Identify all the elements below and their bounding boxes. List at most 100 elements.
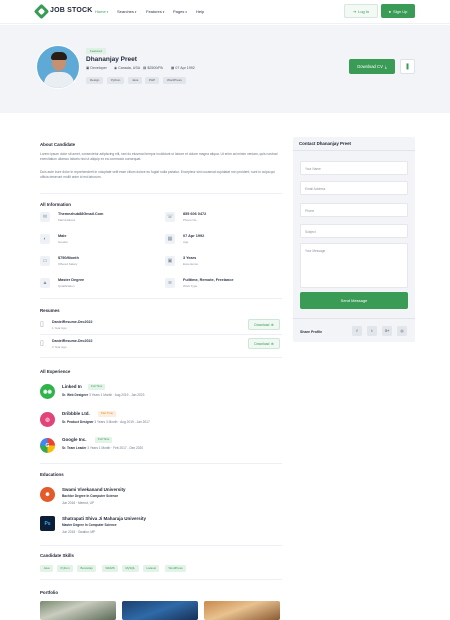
- skill-chip: Bootstrap: [77, 565, 97, 572]
- location-icon: ◉: [114, 66, 118, 70]
- login-button[interactable]: ⇥ Log In: [344, 4, 378, 18]
- degree: Master Degree In Computer Science: [62, 523, 117, 527]
- meta-salary: ▤ $2500/PA: [143, 66, 163, 70]
- divider: [40, 357, 282, 358]
- experience-title: All Experience: [40, 369, 71, 374]
- login-icon: ⇥: [352, 8, 357, 14]
- calendar-icon: ▦: [171, 66, 175, 70]
- nav-pages[interactable]: Pages▾: [173, 9, 187, 14]
- portfolio-image[interactable]: [204, 601, 280, 620]
- university-logo-icon: ✺: [40, 487, 55, 502]
- education-title: Educations: [40, 472, 64, 477]
- user-icon: ◐: [40, 234, 50, 244]
- file-icon: ▯: [40, 340, 44, 347]
- about-paragraph-1: Lorem ipsum dolor sit amet, consectetur …: [40, 152, 278, 162]
- candidate-skills-title: Candidate Skills: [40, 553, 74, 558]
- university-logo-icon: Ps: [40, 516, 55, 531]
- school-name: Shatrapati Shiva Ji Maharaja University: [62, 516, 147, 521]
- skill-tag: WordPress: [163, 77, 186, 84]
- phone-field[interactable]: Phone: [300, 203, 408, 217]
- resume-download-button[interactable]: Download ⊕: [248, 338, 280, 349]
- job-type-badge: Part Time: [98, 411, 116, 417]
- top-navbar: JOB STOCK Home▾ Searches▾ Features▾ Page…: [0, 0, 450, 24]
- meta-role: ▣ Developer: [86, 66, 107, 70]
- company-name: Linked In: [62, 384, 82, 389]
- featured-badge: Featured: [86, 48, 107, 54]
- briefcase-icon: ▣: [165, 256, 175, 266]
- logo-icon: [33, 3, 50, 20]
- skill-chip: WHMS: [102, 565, 119, 572]
- resume-name[interactable]: DanielResume-Dec2022: [52, 339, 93, 343]
- info-label: Phone No.: [183, 218, 198, 222]
- portfolio-image[interactable]: [122, 601, 198, 620]
- twitter-icon[interactable]: t: [367, 326, 377, 336]
- calendar-icon: ▦: [165, 234, 175, 244]
- contact-title: Contact Dhananjay Preet: [299, 141, 351, 146]
- mail-icon: ✉: [40, 212, 50, 222]
- nav-features[interactable]: Features▾: [146, 9, 164, 14]
- info-label: Gender: [58, 240, 69, 244]
- google-icon: G: [40, 438, 55, 453]
- send-message-button[interactable]: Send Message: [300, 292, 408, 309]
- divider: [40, 193, 282, 194]
- download-icon: ⊕: [270, 341, 274, 346]
- money-icon: ▤: [143, 66, 147, 70]
- google-plus-icon[interactable]: G+: [382, 326, 392, 336]
- resume-download-button[interactable]: Download ⊕: [248, 319, 280, 330]
- skill-tag: Design: [86, 77, 104, 84]
- phone-icon: ☏: [165, 212, 175, 222]
- nav-help[interactable]: Help: [196, 9, 204, 14]
- bookmark-button[interactable]: ❚: [400, 59, 415, 74]
- nav-home[interactable]: Home▾: [95, 9, 108, 14]
- share-profile-title: Share Profile: [300, 330, 323, 334]
- chevron-down-icon: ▾: [162, 9, 165, 14]
- info-value: $750/Month: [58, 256, 79, 260]
- divider: [40, 463, 282, 464]
- skill-tag: Java: [128, 77, 143, 84]
- meta-dob: ▦ 07 Apr 1992: [171, 66, 195, 70]
- brand-name[interactable]: JOB STOCK: [50, 7, 93, 14]
- linkedin-icon: ◉◉: [40, 384, 55, 399]
- user-icon: ●: [388, 8, 392, 14]
- resume-date: 1 Year Ago: [52, 326, 67, 330]
- education-meta: Jun 2015 · Gwalior, MP: [62, 530, 96, 534]
- chevron-down-icon: ▾: [134, 9, 137, 14]
- nav-searches[interactable]: Searches▾: [117, 9, 136, 14]
- company-name: Dribbble Ltd.: [62, 411, 90, 416]
- candidate-name: Dhananjay Preet: [86, 56, 137, 63]
- chevron-down-icon: ▾: [106, 9, 109, 14]
- info-value: 855 606 0472: [183, 212, 207, 216]
- avatar: [36, 45, 80, 89]
- info-value: Themezhub88Gmail.Com: [58, 212, 104, 216]
- company-name: Google Inc.: [62, 437, 87, 442]
- job-role: Sr. Product Designer 3 Years 3 Month · A…: [62, 420, 150, 424]
- message-field[interactable]: Your Message: [300, 243, 408, 288]
- meta-location: ◉ Canada, USA: [114, 66, 141, 70]
- layers-icon: ≋: [165, 278, 175, 288]
- email-field[interactable]: Email Address: [300, 181, 408, 195]
- name-field[interactable]: Your Name: [300, 161, 408, 175]
- portfolio-image[interactable]: [40, 601, 116, 620]
- about-paragraph-2: Duis aute irure dolor in reprehenderit i…: [40, 170, 275, 180]
- job-role: Sr. Team Leader 3 Years 1 Month · Feb 20…: [62, 446, 144, 450]
- resume-date: 2 Year Ago: [52, 345, 67, 349]
- school-name: Swami Vivekanand University: [62, 487, 126, 492]
- degree-icon: ▲: [40, 278, 50, 288]
- download-icon: ⊕: [270, 322, 274, 327]
- briefcase-icon: ▣: [86, 66, 90, 70]
- facebook-icon[interactable]: f: [352, 326, 362, 336]
- job-role: Sr. Web Designer 3 Years 1 Month · Aug 2…: [62, 393, 145, 397]
- dribbble-icon: ◎: [40, 412, 55, 427]
- job-type-badge: Full Time: [95, 437, 113, 443]
- info-value: Master Degree: [58, 278, 85, 282]
- bookmark-icon: ❚: [404, 64, 411, 70]
- resume-name[interactable]: DanielResume-Dec2022: [52, 320, 93, 324]
- download-cv-button[interactable]: Download CV ⤓: [349, 59, 395, 74]
- about-title: About Candidate: [40, 142, 76, 147]
- education-meta: Jun 2016 · Meerut, UP: [62, 501, 95, 505]
- signup-button[interactable]: ● Sign Up: [381, 4, 415, 18]
- instagram-icon[interactable]: ◎: [397, 326, 407, 336]
- subject-field[interactable]: Subject: [300, 224, 408, 238]
- skill-tag: Python: [107, 77, 125, 84]
- chevron-down-icon: ▾: [185, 9, 187, 14]
